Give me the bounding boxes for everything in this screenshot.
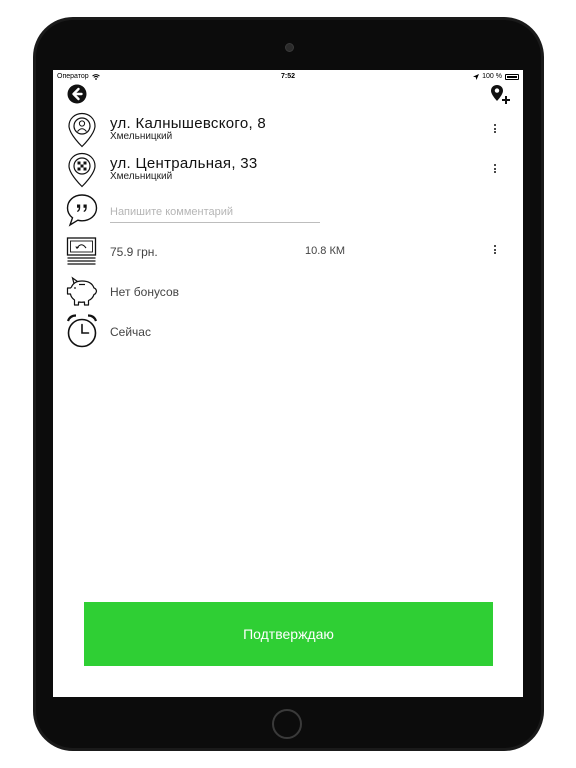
pickup-street[interactable]: ул. Калнышевского, 8: [110, 115, 266, 132]
back-arrow-icon[interactable]: [67, 84, 87, 104]
battery-icon: [505, 73, 519, 80]
confirm-button[interactable]: Подтверждаю: [84, 602, 493, 666]
status-right: 100 %: [473, 73, 519, 80]
fare-more-menu[interactable]: [491, 244, 499, 258]
status-time: 7:52: [280, 73, 295, 80]
order-time[interactable]: Сейчас: [110, 325, 151, 339]
destination-city: Хмельницкий: [110, 171, 173, 182]
destination-street[interactable]: ул. Центральная, 33: [110, 155, 258, 172]
camera: [285, 43, 294, 52]
battery-percent: 100 %: [482, 73, 502, 80]
destination-pin-icon: [68, 152, 96, 188]
trip-distance: 10.8 КМ: [305, 245, 346, 257]
comment-quote-icon: [66, 194, 98, 227]
comment-input[interactable]: [110, 202, 320, 223]
piggy-bank-icon: [66, 276, 98, 306]
add-location-icon[interactable]: [489, 84, 511, 106]
home-button[interactable]: [272, 709, 302, 739]
alarm-clock-icon: [66, 314, 98, 348]
destination-more-menu[interactable]: [491, 163, 499, 177]
status-bar: Оператор 7:52 100 %: [53, 70, 523, 84]
pickup-city: Хмельницкий: [110, 131, 173, 142]
location-arrow-icon: [473, 73, 480, 80]
pickup-more-menu[interactable]: [491, 123, 499, 137]
app-screen: Оператор 7:52 100 % ул. Калнышевского, 8…: [53, 70, 523, 697]
money-icon: [66, 237, 97, 265]
pickup-pin-icon: [68, 112, 96, 148]
bonus-status: Нет бонусов: [110, 285, 179, 299]
fare-price: 75.9 грн.: [110, 245, 158, 259]
